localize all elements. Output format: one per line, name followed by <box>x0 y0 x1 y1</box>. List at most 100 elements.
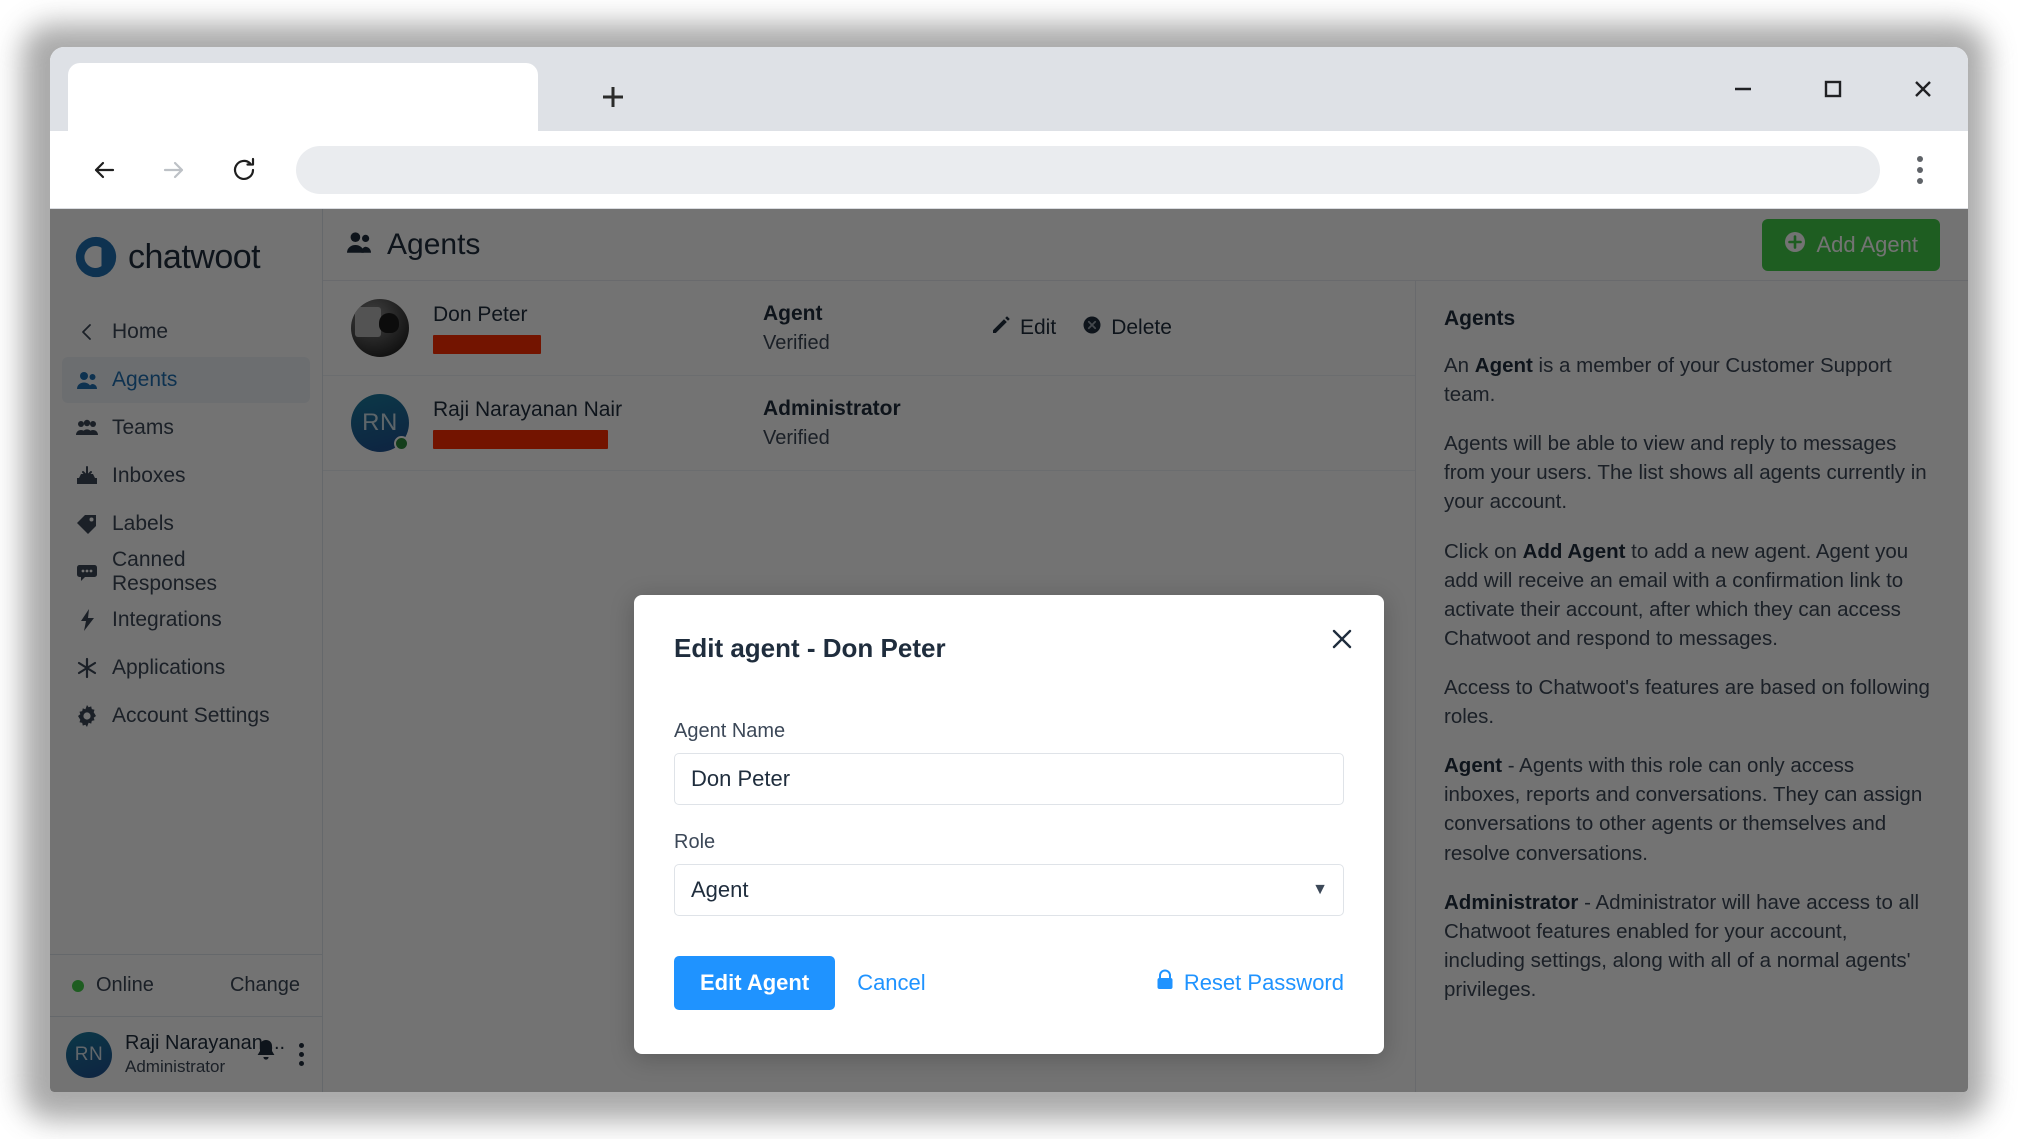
close-icon <box>1332 629 1352 649</box>
bolt-icon <box>76 609 98 631</box>
sidebar-nav: Home Agents Teams Inboxes Labels Canned … <box>50 309 322 741</box>
minimize-icon <box>1735 87 1751 91</box>
table-row[interactable]: Don Peter Agent Verified Edit Delete <box>323 281 1415 376</box>
edit-agent-button[interactable]: Edit <box>991 315 1056 341</box>
cancel-button[interactable]: Cancel <box>857 970 925 996</box>
agent-role: Administrator <box>763 396 901 420</box>
kebab-menu-icon <box>299 1043 304 1048</box>
availability-status-row: Online Change <box>50 954 322 1016</box>
sidebar-item-label: Canned Responses <box>112 548 218 595</box>
agent-verification-status: Verified <box>763 331 830 354</box>
delete-agent-button[interactable]: Delete <box>1082 315 1172 341</box>
maximize-icon <box>1824 80 1842 98</box>
reset-password-button[interactable]: Reset Password <box>1156 969 1344 997</box>
new-tab-button[interactable] <box>585 69 641 125</box>
edit-agent-label: Edit <box>1020 316 1057 339</box>
edit-agent-modal: Edit agent - Don Peter Agent Name Role A… <box>634 595 1384 1054</box>
role-select-value: Agent <box>691 877 749 902</box>
browser-tab-strip <box>50 47 1968 131</box>
agent-name-col: Raji Narayanan Nair <box>433 398 763 449</box>
sidebar-item-label: Teams <box>112 416 174 439</box>
sidebar-item-label: Applications <box>112 656 226 679</box>
browser-menu-button[interactable] <box>1890 142 1950 198</box>
forward-button[interactable] <box>146 142 202 198</box>
close-modal-button[interactable] <box>1324 621 1360 657</box>
sidebar-item-agents[interactable]: Agents <box>62 357 310 403</box>
help-paragraph: An Agent is a member of your Customer Su… <box>1444 354 1892 407</box>
reload-button[interactable] <box>216 142 272 198</box>
reload-icon <box>233 157 255 180</box>
sidebar-item-home[interactable]: Home <box>62 309 310 355</box>
arrow-left-icon <box>94 161 115 178</box>
add-agent-button-label: Add Agent <box>1816 231 1918 257</box>
online-status-dot <box>394 436 409 451</box>
minimize-button[interactable] <box>1698 47 1788 131</box>
profile-menu-button[interactable] <box>299 1043 304 1066</box>
users-icon <box>76 370 98 390</box>
chevron-down-icon: ▼ <box>1312 881 1328 898</box>
close-icon <box>1915 81 1931 97</box>
role-select-wrap: Agent ▼ <box>674 864 1344 916</box>
maximize-button[interactable] <box>1788 47 1878 131</box>
browser-tab[interactable] <box>68 63 538 131</box>
tag-icon <box>76 514 98 534</box>
page-header: Agents Add Agent <box>323 209 1968 281</box>
sidebar-item-labels[interactable]: Labels <box>62 501 310 547</box>
sidebar-item-inboxes[interactable]: Inboxes <box>62 453 310 499</box>
brand-logo-text: chatwoot <box>128 237 261 276</box>
sidebar-item-integrations[interactable]: Integrations <box>62 597 310 643</box>
inbox-icon <box>76 466 98 486</box>
asterisk-icon <box>76 657 98 679</box>
users-icon <box>345 230 373 259</box>
agent-name-input[interactable] <box>674 753 1344 805</box>
back-button[interactable] <box>76 142 132 198</box>
role-select[interactable]: Agent <box>674 864 1344 916</box>
avatar: RN <box>351 394 409 452</box>
sidebar-item-canned-responses[interactable]: Canned Responses <box>62 548 310 595</box>
agent-email-redacted <box>433 334 541 354</box>
delete-circle-icon <box>1082 315 1102 341</box>
add-agent-button[interactable]: Add Agent <box>1762 218 1940 271</box>
row-actions: Edit Delete <box>991 315 1172 341</box>
sidebar-item-label: Labels <box>112 512 174 535</box>
avatar: RN <box>66 1031 112 1078</box>
edit-agent-submit-button[interactable]: Edit Agent <box>674 956 836 1010</box>
agent-role-col: Agent Verified <box>763 302 963 355</box>
agent-email-redacted <box>433 429 608 449</box>
avatar <box>351 299 409 357</box>
sidebar-item-label: Agents <box>112 368 178 391</box>
help-paragraph: Click on Add Agent to add a new agent. A… <box>1444 539 1909 650</box>
sidebar-item-account-settings[interactable]: Account Settings <box>62 693 310 739</box>
browser-window: chatwoot Home Agents Teams Inboxes Label… <box>50 47 1968 1092</box>
agent-name: Raji Narayanan Nair <box>433 397 623 421</box>
bell-icon[interactable] <box>254 1039 278 1070</box>
change-status-button[interactable]: Change <box>230 974 300 997</box>
team-icon <box>76 419 98 437</box>
close-window-button[interactable] <box>1878 47 1968 131</box>
plus-circle-icon <box>1784 231 1806 259</box>
agent-name-col: Don Peter <box>433 303 763 354</box>
delete-agent-label: Delete <box>1111 316 1172 339</box>
window-controls <box>1698 47 1968 131</box>
table-row[interactable]: RN Raji Narayanan Nair Administrator Ver… <box>323 376 1415 471</box>
browser-toolbar <box>50 131 1968 209</box>
profile-row[interactable]: RN Raji Narayanan ... Administrator <box>50 1016 322 1092</box>
brand-logo[interactable]: chatwoot <box>50 209 322 309</box>
agent-role: Agent <box>763 301 823 325</box>
sidebar-item-teams[interactable]: Teams <box>62 405 310 451</box>
chat-bubble-icon <box>76 563 98 581</box>
profile-role: Administrator <box>125 1057 226 1076</box>
sidebar-item-label: Integrations <box>112 608 222 631</box>
help-panel: Agents An Agent is a member of your Cust… <box>1415 281 1968 1092</box>
help-paragraph: Agent - Agents with this role can only a… <box>1444 754 1923 865</box>
address-bar[interactable] <box>296 145 1880 194</box>
sidebar-item-label: Home <box>112 320 169 343</box>
avatar-photo <box>351 299 409 357</box>
desktop-background: chatwoot Home Agents Teams Inboxes Label… <box>0 0 2019 1139</box>
sidebar-item-label: Account Settings <box>112 704 270 727</box>
sidebar-item-applications[interactable]: Applications <box>62 645 310 691</box>
agent-verification-status: Verified <box>763 426 830 449</box>
pencil-icon <box>991 315 1011 341</box>
agent-name: Don Peter <box>433 302 528 326</box>
